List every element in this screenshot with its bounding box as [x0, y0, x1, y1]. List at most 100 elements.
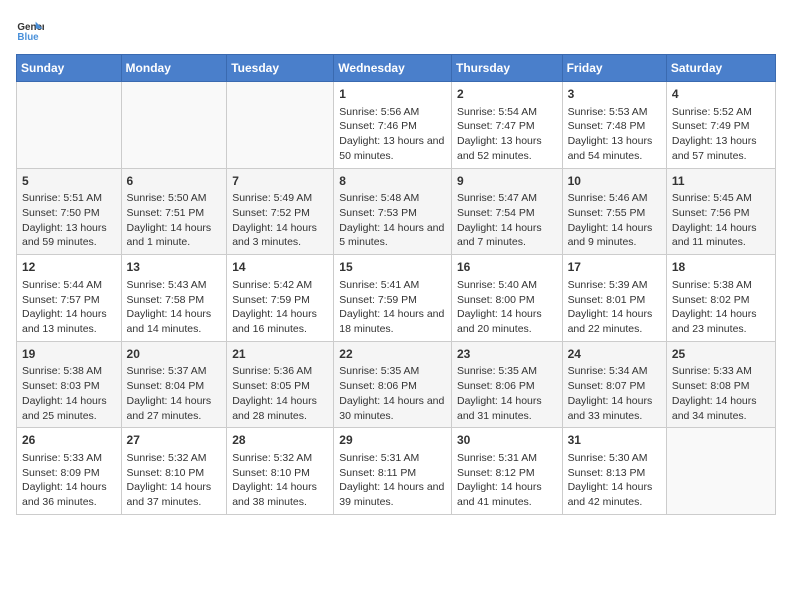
sunrise-text: Sunrise: 5:42 AM	[232, 278, 328, 293]
calendar-cell: 21 Sunrise: 5:36 AM Sunset: 8:05 PM Dayl…	[227, 341, 334, 428]
calendar-cell: 15 Sunrise: 5:41 AM Sunset: 7:59 PM Dayl…	[334, 255, 452, 342]
sunset-text: Sunset: 7:58 PM	[127, 293, 222, 308]
day-number: 1	[339, 86, 446, 103]
sunrise-text: Sunrise: 5:56 AM	[339, 105, 446, 120]
calendar-cell: 12 Sunrise: 5:44 AM Sunset: 7:57 PM Dayl…	[17, 255, 122, 342]
sunrise-text: Sunrise: 5:33 AM	[672, 364, 770, 379]
sunrise-text: Sunrise: 5:51 AM	[22, 191, 116, 206]
day-number: 12	[22, 259, 116, 276]
calendar-cell: 26 Sunrise: 5:33 AM Sunset: 8:09 PM Dayl…	[17, 428, 122, 515]
sunrise-text: Sunrise: 5:44 AM	[22, 278, 116, 293]
sunrise-text: Sunrise: 5:30 AM	[568, 451, 661, 466]
header-thursday: Thursday	[451, 55, 562, 82]
calendar-cell	[666, 428, 775, 515]
sunset-text: Sunset: 7:59 PM	[232, 293, 328, 308]
week-row-0: 1 Sunrise: 5:56 AM Sunset: 7:46 PM Dayli…	[17, 82, 776, 169]
daylight-text: Daylight: 14 hours and 20 minutes.	[457, 307, 557, 336]
day-number: 27	[127, 432, 222, 449]
sunrise-text: Sunrise: 5:53 AM	[568, 105, 661, 120]
sunrise-text: Sunrise: 5:35 AM	[339, 364, 446, 379]
daylight-text: Daylight: 13 hours and 54 minutes.	[568, 134, 661, 163]
sunrise-text: Sunrise: 5:32 AM	[232, 451, 328, 466]
svg-text:Blue: Blue	[17, 32, 39, 43]
week-row-4: 26 Sunrise: 5:33 AM Sunset: 8:09 PM Dayl…	[17, 428, 776, 515]
daylight-text: Daylight: 14 hours and 39 minutes.	[339, 480, 446, 509]
sunset-text: Sunset: 8:05 PM	[232, 379, 328, 394]
sunset-text: Sunset: 8:08 PM	[672, 379, 770, 394]
sunrise-text: Sunrise: 5:50 AM	[127, 191, 222, 206]
sunrise-text: Sunrise: 5:52 AM	[672, 105, 770, 120]
calendar-cell: 19 Sunrise: 5:38 AM Sunset: 8:03 PM Dayl…	[17, 341, 122, 428]
week-row-3: 19 Sunrise: 5:38 AM Sunset: 8:03 PM Dayl…	[17, 341, 776, 428]
header: General Blue	[16, 16, 776, 44]
sunrise-text: Sunrise: 5:38 AM	[22, 364, 116, 379]
calendar-cell: 27 Sunrise: 5:32 AM Sunset: 8:10 PM Dayl…	[121, 428, 227, 515]
sunrise-text: Sunrise: 5:37 AM	[127, 364, 222, 379]
daylight-text: Daylight: 14 hours and 3 minutes.	[232, 221, 328, 250]
day-number: 7	[232, 173, 328, 190]
sunset-text: Sunset: 7:53 PM	[339, 206, 446, 221]
daylight-text: Daylight: 14 hours and 13 minutes.	[22, 307, 116, 336]
day-number: 25	[672, 346, 770, 363]
sunrise-text: Sunrise: 5:31 AM	[457, 451, 557, 466]
sunrise-text: Sunrise: 5:33 AM	[22, 451, 116, 466]
sunrise-text: Sunrise: 5:41 AM	[339, 278, 446, 293]
daylight-text: Daylight: 14 hours and 38 minutes.	[232, 480, 328, 509]
day-number: 2	[457, 86, 557, 103]
sunset-text: Sunset: 7:51 PM	[127, 206, 222, 221]
sunset-text: Sunset: 8:07 PM	[568, 379, 661, 394]
calendar-cell: 29 Sunrise: 5:31 AM Sunset: 8:11 PM Dayl…	[334, 428, 452, 515]
sunset-text: Sunset: 8:04 PM	[127, 379, 222, 394]
day-number: 17	[568, 259, 661, 276]
sunrise-text: Sunrise: 5:36 AM	[232, 364, 328, 379]
calendar-table: SundayMondayTuesdayWednesdayThursdayFrid…	[16, 54, 776, 515]
sunrise-text: Sunrise: 5:49 AM	[232, 191, 328, 206]
day-number: 5	[22, 173, 116, 190]
day-number: 16	[457, 259, 557, 276]
daylight-text: Daylight: 14 hours and 11 minutes.	[672, 221, 770, 250]
calendar-cell: 31 Sunrise: 5:30 AM Sunset: 8:13 PM Dayl…	[562, 428, 666, 515]
week-row-1: 5 Sunrise: 5:51 AM Sunset: 7:50 PM Dayli…	[17, 168, 776, 255]
sunrise-text: Sunrise: 5:38 AM	[672, 278, 770, 293]
day-number: 19	[22, 346, 116, 363]
daylight-text: Daylight: 14 hours and 5 minutes.	[339, 221, 446, 250]
sunrise-text: Sunrise: 5:34 AM	[568, 364, 661, 379]
calendar-cell: 25 Sunrise: 5:33 AM Sunset: 8:08 PM Dayl…	[666, 341, 775, 428]
sunset-text: Sunset: 8:13 PM	[568, 466, 661, 481]
sunset-text: Sunset: 8:06 PM	[457, 379, 557, 394]
header-wednesday: Wednesday	[334, 55, 452, 82]
calendar-cell: 10 Sunrise: 5:46 AM Sunset: 7:55 PM Dayl…	[562, 168, 666, 255]
sunrise-text: Sunrise: 5:46 AM	[568, 191, 661, 206]
daylight-text: Daylight: 14 hours and 34 minutes.	[672, 394, 770, 423]
calendar-cell	[121, 82, 227, 169]
calendar-cell: 11 Sunrise: 5:45 AM Sunset: 7:56 PM Dayl…	[666, 168, 775, 255]
daylight-text: Daylight: 14 hours and 37 minutes.	[127, 480, 222, 509]
sunset-text: Sunset: 7:55 PM	[568, 206, 661, 221]
day-number: 31	[568, 432, 661, 449]
day-number: 14	[232, 259, 328, 276]
sunset-text: Sunset: 8:03 PM	[22, 379, 116, 394]
header-saturday: Saturday	[666, 55, 775, 82]
header-monday: Monday	[121, 55, 227, 82]
sunset-text: Sunset: 8:11 PM	[339, 466, 446, 481]
header-tuesday: Tuesday	[227, 55, 334, 82]
day-number: 29	[339, 432, 446, 449]
day-number: 9	[457, 173, 557, 190]
day-number: 8	[339, 173, 446, 190]
calendar-cell: 22 Sunrise: 5:35 AM Sunset: 8:06 PM Dayl…	[334, 341, 452, 428]
logo-icon: General Blue	[16, 16, 44, 44]
daylight-text: Daylight: 14 hours and 23 minutes.	[672, 307, 770, 336]
calendar-header-row: SundayMondayTuesdayWednesdayThursdayFrid…	[17, 55, 776, 82]
day-number: 20	[127, 346, 222, 363]
daylight-text: Daylight: 14 hours and 27 minutes.	[127, 394, 222, 423]
daylight-text: Daylight: 13 hours and 59 minutes.	[22, 221, 116, 250]
sunrise-text: Sunrise: 5:45 AM	[672, 191, 770, 206]
header-friday: Friday	[562, 55, 666, 82]
sunset-text: Sunset: 7:57 PM	[22, 293, 116, 308]
daylight-text: Daylight: 13 hours and 57 minutes.	[672, 134, 770, 163]
day-number: 18	[672, 259, 770, 276]
daylight-text: Daylight: 14 hours and 9 minutes.	[568, 221, 661, 250]
calendar-cell: 4 Sunrise: 5:52 AM Sunset: 7:49 PM Dayli…	[666, 82, 775, 169]
sunset-text: Sunset: 8:10 PM	[127, 466, 222, 481]
daylight-text: Daylight: 14 hours and 41 minutes.	[457, 480, 557, 509]
